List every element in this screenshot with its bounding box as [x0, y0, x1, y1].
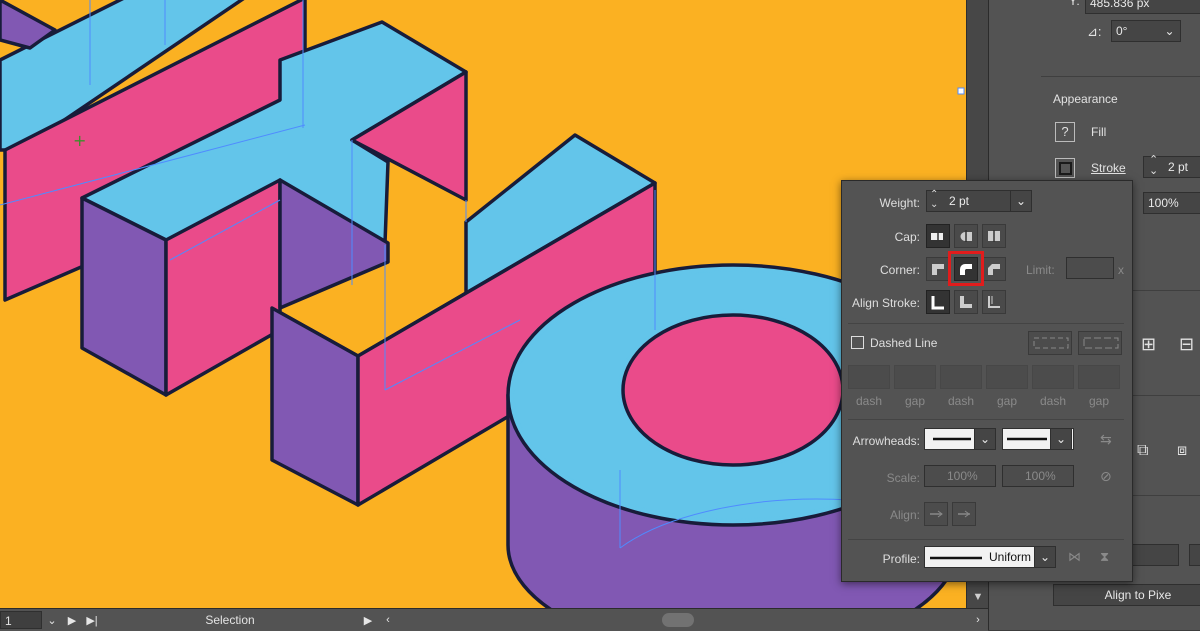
round-join-highlight	[948, 251, 984, 286]
limit-suffix: x	[1118, 263, 1124, 277]
align-center-icon[interactable]: ⊞	[1141, 334, 1156, 355]
profile-line-icon	[930, 556, 982, 560]
flip-along-icon[interactable]: ⋈	[1068, 549, 1081, 565]
rotate-angle-icon: ⊿:	[1087, 24, 1102, 39]
start-arrowhead-dropdown-icon[interactable]: ⌄	[974, 428, 996, 450]
ring-hole	[621, 313, 845, 467]
end-arrowhead-dropdown-icon[interactable]: ⌄	[1050, 428, 1072, 450]
gap-2-label: gap	[996, 394, 1018, 408]
zoom-dropdown-icon[interactable]: ⌄	[42, 614, 62, 627]
dashed-line-label: Dashed Line	[870, 336, 938, 350]
weight-dropdown-icon[interactable]: ⌄	[1010, 190, 1032, 212]
status-bar: 1 ⌄ ▶ ▶| Selection ▶ ‹ ›	[0, 608, 988, 631]
next-artboard-icon[interactable]: ▶	[62, 614, 82, 627]
weight-label: Weight:	[879, 196, 920, 210]
dash-2-field[interactable]	[940, 365, 982, 389]
arrow-extend-button[interactable]	[924, 502, 948, 526]
panel-button-a[interactable]	[1131, 544, 1179, 566]
fill-swatch-icon[interactable]: ?	[1055, 122, 1075, 142]
horizontal-scrollbar[interactable]	[412, 613, 968, 627]
y-position-field[interactable]: 485.836 px	[1085, 0, 1200, 14]
fill-label[interactable]: Fill	[1091, 125, 1106, 139]
dash-1-field[interactable]	[848, 365, 890, 389]
end-scale-field[interactable]: 100%	[1002, 465, 1074, 487]
dash-3-label: dash	[1039, 394, 1067, 408]
butt-cap-button[interactable]	[926, 224, 950, 248]
current-tool-label: Selection	[205, 613, 255, 627]
y-label: Y:	[1069, 0, 1080, 8]
limit-field[interactable]	[1066, 257, 1114, 279]
profile-dropdown-icon[interactable]: ⌄	[1034, 546, 1056, 568]
letter2-lower-left	[270, 306, 360, 507]
dash-2-label: dash	[947, 394, 975, 408]
scale-label: Scale:	[886, 471, 920, 485]
arrow-place-button[interactable]	[952, 502, 976, 526]
align-dashes-button[interactable]	[1078, 331, 1122, 355]
scroll-thumb[interactable]	[662, 613, 694, 627]
start-scale-field[interactable]: 100%	[924, 465, 996, 487]
isometric-artwork[interactable]: +	[0, 0, 966, 608]
dash-3-field[interactable]	[1032, 365, 1074, 389]
align-stroke-label: Align Stroke:	[851, 296, 920, 310]
gap-3-field[interactable]	[1078, 365, 1120, 389]
appearance-title: Appearance	[1053, 92, 1118, 106]
pathfinder-intersect-icon[interactable]: ⧉	[1137, 442, 1148, 460]
dashed-line-checkbox[interactable]	[851, 336, 864, 349]
scroll-right-icon[interactable]: ›	[968, 614, 988, 626]
cap-label: Cap:	[894, 230, 920, 244]
stroke-swatch-icon[interactable]	[1055, 158, 1075, 178]
artboard-canvas[interactable]: +	[0, 0, 966, 608]
last-artboard-icon[interactable]: ▶|	[82, 614, 102, 627]
align-to-pixel-button[interactable]: Align to Pixe	[1053, 584, 1200, 606]
dash-1-label: dash	[855, 394, 883, 408]
scroll-down-icon[interactable]: ▼	[967, 586, 989, 608]
angle-dropdown-icon[interactable]: ⌄	[1159, 20, 1181, 42]
align-stroke-outside-button[interactable]	[982, 290, 1006, 314]
weight-field[interactable]: 2 pt	[926, 190, 1014, 212]
link-scale-icon[interactable]: ⊘	[1100, 468, 1112, 485]
align-stroke-inside-button[interactable]	[954, 290, 978, 314]
opacity-field[interactable]: 100%	[1143, 192, 1200, 214]
limit-label: Limit:	[1026, 263, 1055, 277]
pathfinder-exclude-icon[interactable]: ⧈	[1177, 442, 1187, 460]
weight-stepper-icon[interactable]: ⌃ ⌄	[930, 190, 938, 210]
arrowheads-label: Arrowheads:	[852, 434, 920, 448]
status-menu-icon[interactable]: ▶	[358, 614, 378, 627]
gap-2-field[interactable]	[986, 365, 1028, 389]
gap-1-label: gap	[904, 394, 926, 408]
bevel-join-button[interactable]	[982, 257, 1006, 281]
gap-3-label: gap	[1088, 394, 1110, 408]
align-label: Align:	[889, 508, 920, 522]
align-right-icon[interactable]: ⊟	[1179, 334, 1194, 355]
preserve-dashes-button[interactable]	[1028, 331, 1072, 355]
stroke-panel: Weight: 2 pt ⌃ ⌄ ⌄ Cap: Corner: Limit: x …	[841, 180, 1133, 582]
flip-across-icon[interactable]: ⧗	[1100, 549, 1109, 565]
zoom-field[interactable]: 1	[0, 611, 42, 629]
corner-label: Corner:	[879, 263, 920, 277]
stroke-label[interactable]: Stroke	[1091, 161, 1126, 175]
scroll-left-icon[interactable]: ‹	[378, 614, 398, 626]
align-stroke-center-button[interactable]	[926, 290, 950, 314]
gap-1-field[interactable]	[894, 365, 936, 389]
swap-arrowheads-icon[interactable]: ⇆	[1100, 431, 1112, 448]
round-cap-button[interactable]	[954, 224, 978, 248]
svg-text:+: +	[73, 131, 86, 150]
panel-button-b[interactable]	[1189, 544, 1200, 566]
stroke-stepper-icon[interactable]: ⌃ ⌄	[1149, 155, 1158, 177]
projecting-cap-button[interactable]	[982, 224, 1006, 248]
profile-label: Profile:	[882, 552, 920, 566]
miter-join-button[interactable]	[926, 257, 950, 281]
